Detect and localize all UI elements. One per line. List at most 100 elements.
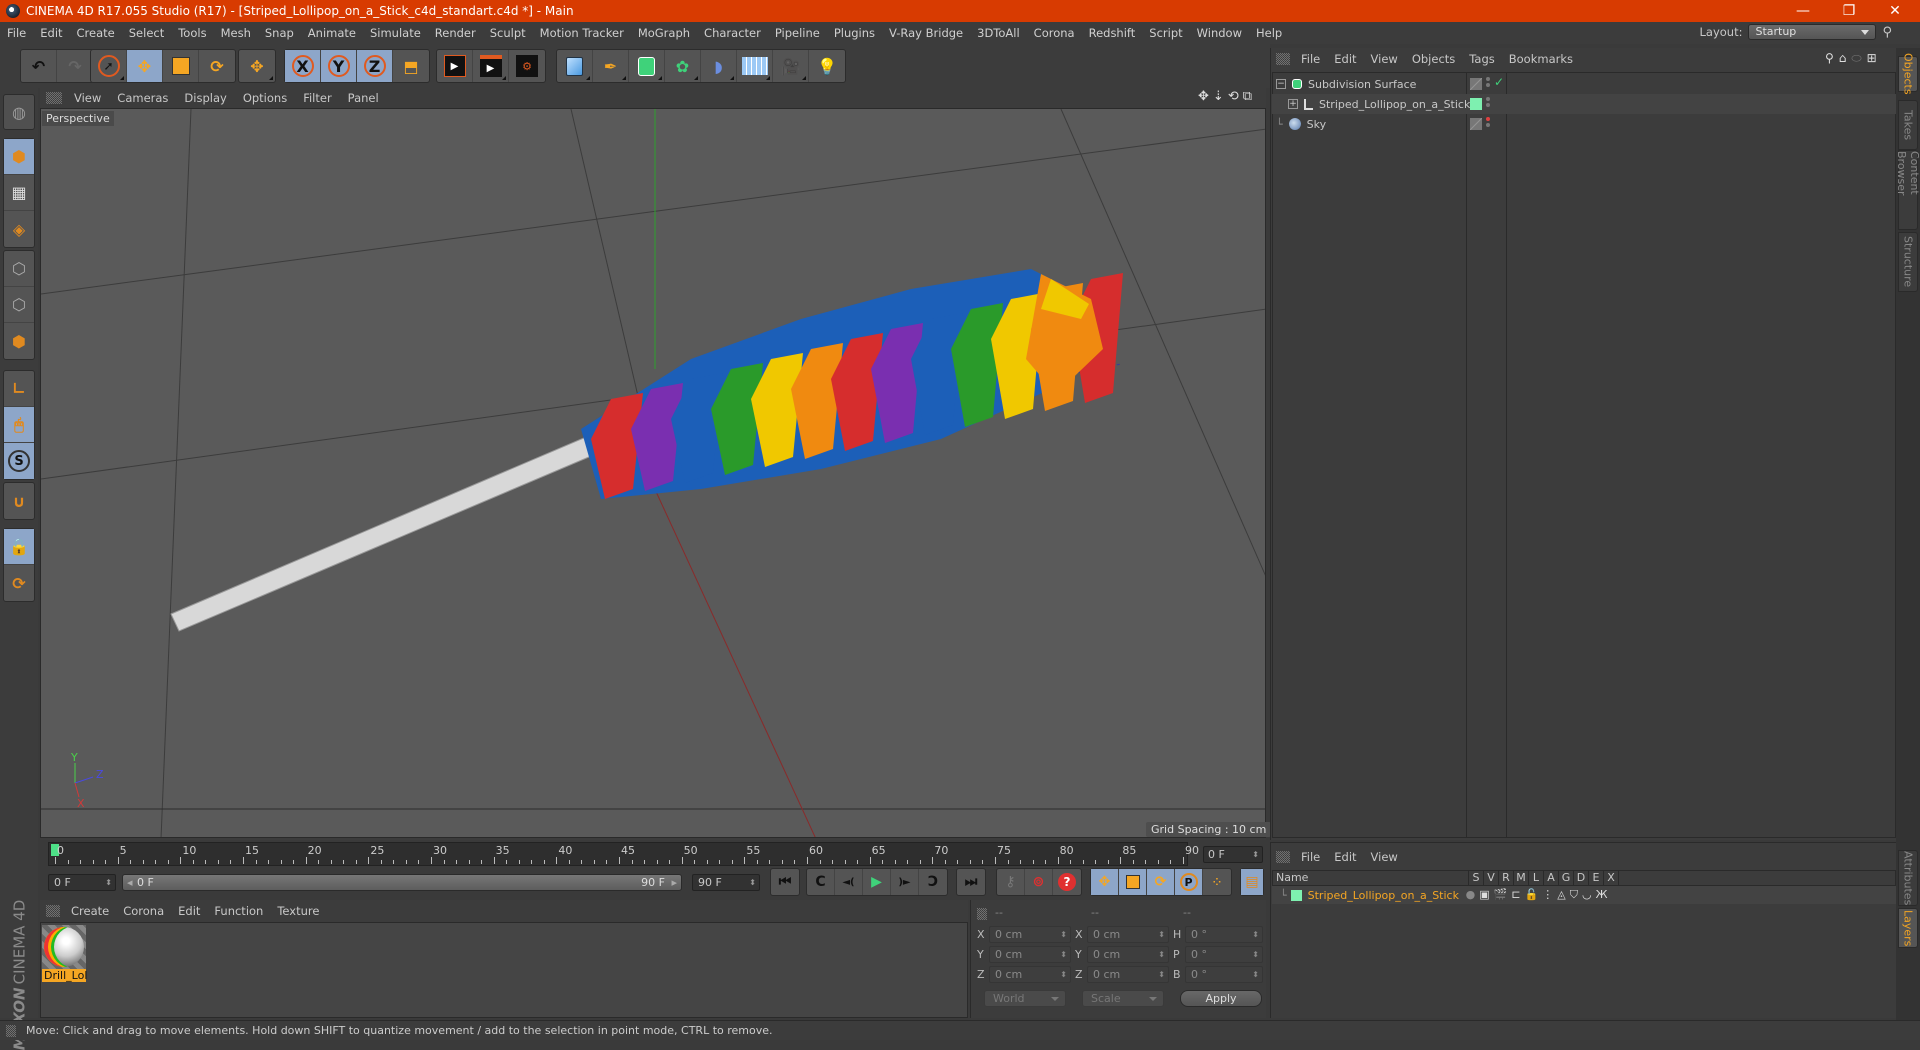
render-view-button[interactable]: ▶ [437, 50, 473, 82]
layer-menu-view[interactable]: View [1364, 850, 1405, 864]
menu-mesh[interactable]: Mesh [214, 26, 258, 40]
side-tab-takes[interactable]: Takes [1898, 100, 1918, 150]
object-menu-objects[interactable]: Objects [1405, 52, 1462, 66]
position-field[interactable]: 0 cm ⬍ [989, 966, 1071, 983]
object-name[interactable]: Subdivision Surface [1308, 78, 1416, 91]
add-cube-button[interactable] [557, 50, 593, 82]
play-button[interactable]: ▶ [863, 869, 891, 895]
points-mode-button[interactable]: ⬡ [4, 251, 34, 287]
editor-visibility-icon[interactable] [1470, 118, 1482, 130]
start-frame-field[interactable]: 0 F ⬍ [48, 874, 116, 891]
move-tool-button[interactable]: ✥ [127, 50, 163, 82]
add-cloner-button[interactable]: ✿ [665, 50, 701, 82]
rotation-field[interactable]: 0 ° ⬍ [1185, 966, 1263, 983]
workplane-mode-button[interactable]: ◈ [4, 211, 34, 247]
material-menu-function[interactable]: Function [207, 904, 270, 918]
end-frame-field[interactable]: 90 F ⬍ [692, 874, 760, 891]
scale-tool-button[interactable] [163, 50, 199, 82]
frame-range-slider[interactable]: ◂ 0 F 90 F ▸ [122, 874, 682, 891]
tweak-mode-button[interactable]: 🖱 [4, 407, 34, 443]
menu-file[interactable]: File [0, 26, 33, 40]
expand-toggle-icon[interactable]: + [1288, 99, 1298, 109]
layer-color-swatch[interactable] [1290, 889, 1302, 901]
goto-start-button[interactable]: ⏮ [771, 869, 799, 895]
restore-button[interactable]: ❐ [1826, 0, 1872, 22]
layer-column-name[interactable]: Name [1273, 871, 1469, 885]
spinner-icon[interactable]: ⬍ [1158, 947, 1165, 962]
menu-mograph[interactable]: MoGraph [631, 26, 697, 40]
timeline-ruler[interactable]: 0 5 10 15 20 25 30 35 40 45 50 55 60 65 70 75 80 85 90 [48, 842, 1199, 866]
key-pla-button[interactable]: ⁘ [1203, 869, 1231, 895]
live-move-button[interactable]: ✥ [239, 50, 275, 82]
viewport-menu-view[interactable]: View [66, 91, 109, 105]
layer-column-a[interactable]: A [1544, 871, 1559, 885]
next-key-button[interactable]: )► [891, 869, 919, 895]
object-menu-tags[interactable]: Tags [1462, 52, 1501, 66]
size-field[interactable]: 0 cm ⬍ [1087, 926, 1169, 943]
range-right-arrow-icon[interactable]: ▸ [671, 875, 677, 890]
menu-snap[interactable]: Snap [258, 26, 301, 40]
visible-editor-icon[interactable]: ▣ [1479, 888, 1489, 902]
deformers-toggle-icon[interactable]: ⛉ [1570, 888, 1578, 902]
home-icon[interactable]: ⌂ [1839, 51, 1847, 66]
auto-key-button[interactable]: ? [1053, 869, 1081, 895]
viewport-menu-display[interactable]: Display [176, 91, 234, 105]
layer-column-m[interactable]: M [1514, 871, 1529, 885]
undo-button[interactable]: ↶ [21, 50, 57, 82]
object-name[interactable]: Striped_Lollipop_on_a_Stick [1319, 98, 1470, 111]
xref-toggle-icon[interactable]: Ж [1596, 888, 1608, 902]
rotate-tool-button[interactable]: ⟳ [199, 50, 235, 82]
material-menu-texture[interactable]: Texture [270, 904, 326, 918]
render-toggle-icon[interactable]: 🎬 [1494, 888, 1508, 902]
spinner-icon[interactable]: ⬍ [1252, 947, 1259, 962]
axis-mode-button[interactable]: ∟ [4, 371, 34, 407]
coordinate-system-button[interactable]: ⬒ [393, 50, 429, 82]
layer-column-r[interactable]: R [1499, 871, 1514, 885]
add-camera-button[interactable]: 🎥 [773, 50, 809, 82]
menu-v-ray-bridge[interactable]: V-Ray Bridge [882, 26, 970, 40]
prev-frame-button[interactable]: C [807, 869, 835, 895]
menu-simulate[interactable]: Simulate [363, 26, 428, 40]
position-field[interactable]: 0 cm ⬍ [989, 926, 1071, 943]
layer-column-d[interactable]: D [1574, 871, 1589, 885]
lock-workplane-button[interactable]: 🔒 [4, 529, 34, 565]
side-tab-structure[interactable]: Structure [1898, 232, 1918, 292]
position-field[interactable]: 0 cm ⬍ [989, 946, 1071, 963]
material-menu-edit[interactable]: Edit [171, 904, 207, 918]
spinner-icon[interactable]: ⬍ [1060, 947, 1067, 962]
layer-column-s[interactable]: S [1469, 871, 1484, 885]
animation-toggle-icon[interactable]: ⋮ [1542, 888, 1553, 902]
layout-dropdown[interactable]: Startup [1748, 24, 1877, 40]
menu-sculpt[interactable]: Sculpt [483, 26, 533, 40]
minimize-button[interactable]: — [1780, 0, 1826, 22]
object-menu-file[interactable]: File [1294, 52, 1327, 66]
rotation-field[interactable]: 0 ° ⬍ [1185, 926, 1263, 943]
rotation-field[interactable]: 0 ° ⬍ [1185, 946, 1263, 963]
spinner-icon[interactable]: ⬍ [1060, 967, 1067, 982]
spinner-icon[interactable]: ⬍ [1252, 967, 1259, 982]
size-field[interactable]: 0 cm ⬍ [1087, 966, 1169, 983]
maximize-view-icon[interactable]: ⧉ [1243, 89, 1252, 104]
layer-column-g[interactable]: G [1559, 871, 1574, 885]
coordinate-space-dropdown[interactable]: World [984, 990, 1066, 1007]
viewport-menu-panel[interactable]: Panel [340, 91, 387, 105]
layer-column-l[interactable]: L [1529, 871, 1544, 885]
close-button[interactable]: ✕ [1872, 0, 1918, 22]
object-menu-bookmarks[interactable]: Bookmarks [1502, 52, 1580, 66]
layer-name[interactable]: Striped_Lollipop_on_a_Stick [1308, 889, 1466, 902]
menu-help[interactable]: Help [1249, 26, 1289, 40]
manager-toggle-icon[interactable]: ⊏ [1511, 888, 1520, 902]
key-scale-button[interactable] [1119, 869, 1147, 895]
dolly-icon[interactable]: ⇣ [1213, 89, 1224, 104]
solo-toggle-icon[interactable]: ● [1466, 888, 1476, 902]
eye-icon[interactable]: ⬭ [1851, 51, 1861, 66]
key-rotation-button[interactable]: ⟳ [1147, 869, 1175, 895]
transform-mode-dropdown[interactable]: Scale [1082, 990, 1164, 1007]
object-row[interactable]: − Subdivision Surface ✓ [1272, 74, 1896, 94]
perspective-viewport[interactable]: Y Z X [40, 108, 1266, 838]
object-menu-view[interactable]: View [1364, 52, 1405, 66]
menu-plugins[interactable]: Plugins [827, 26, 882, 40]
menu-script[interactable]: Script [1142, 26, 1189, 40]
texture-mode-button[interactable]: ▦ [4, 175, 34, 211]
pan-icon[interactable]: ✥ [1198, 89, 1209, 104]
